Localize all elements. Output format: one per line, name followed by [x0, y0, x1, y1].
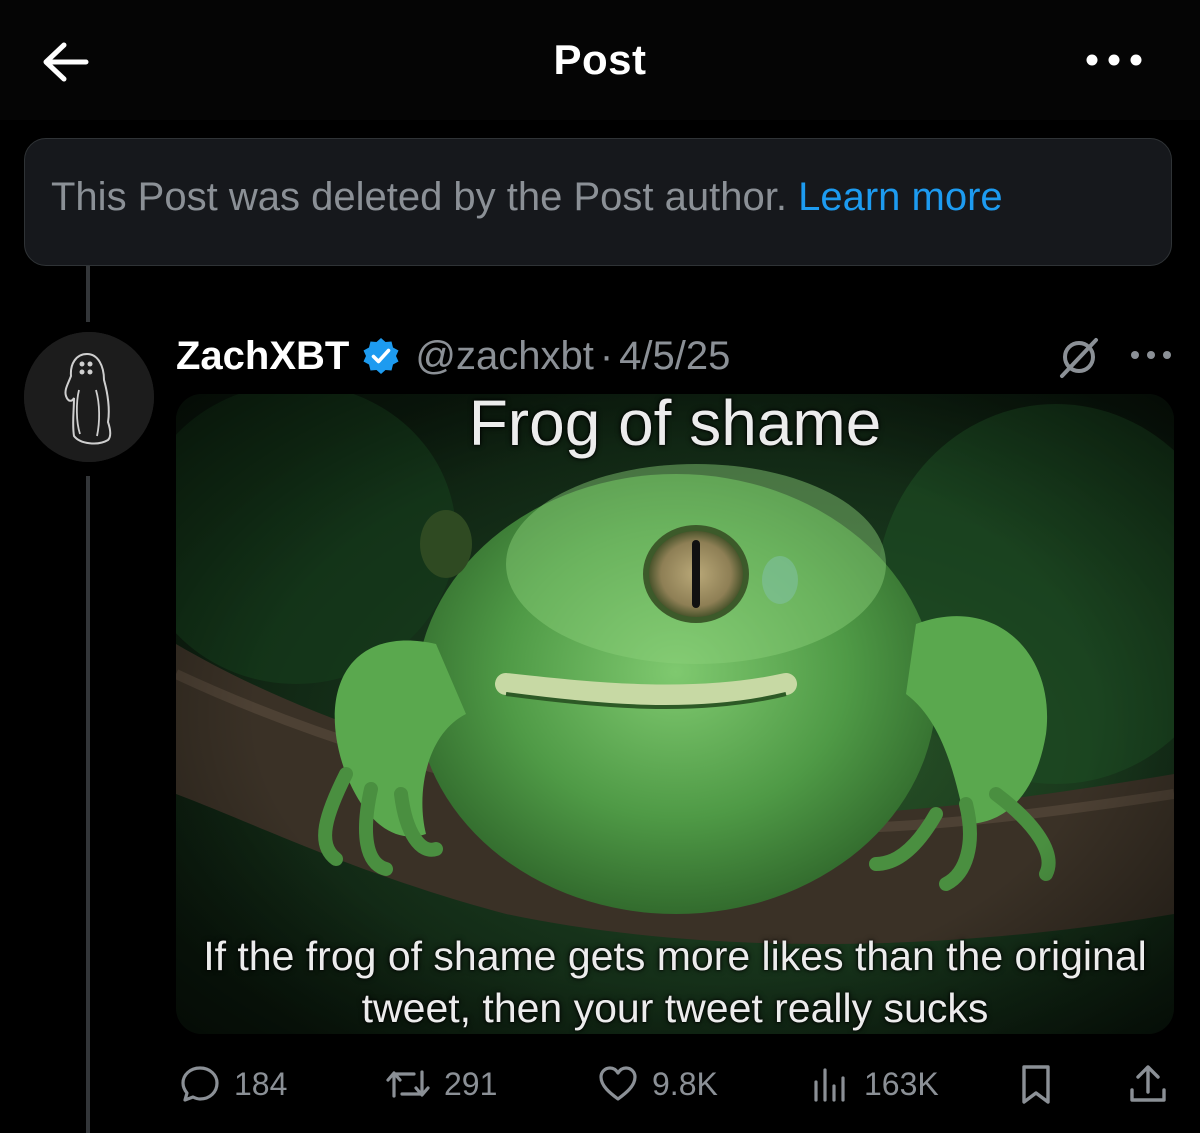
bookmark-icon [1022, 1065, 1050, 1104]
verified-badge-icon [363, 338, 399, 374]
tweet-header: ZachXBT @zachxbt · 4/5/25 [176, 328, 730, 384]
avatar[interactable] [24, 332, 154, 462]
more-horizontal-icon [1131, 351, 1171, 359]
learn-more-link[interactable]: Learn more [798, 175, 1003, 219]
reply-count: 184 [234, 1065, 288, 1102]
repost-button[interactable]: 291 [384, 1056, 497, 1112]
meme-bottom-caption: If the frog of shame gets more likes tha… [203, 933, 1147, 1031]
display-name[interactable]: ZachXBT [176, 334, 349, 379]
separator-dot: · [599, 333, 614, 378]
top-bar: Post [0, 0, 1200, 120]
bookmark-button[interactable] [1014, 1056, 1070, 1112]
like-count: 9.8K [652, 1065, 718, 1102]
heart-icon [599, 1066, 637, 1101]
grok-icon [1060, 338, 1098, 378]
views-count: 163K [864, 1065, 939, 1102]
grok-button[interactable] [1056, 334, 1102, 380]
post-page: Post This Post was deleted by the Post a… [0, 0, 1200, 1133]
tweet-action-bar: 184 291 9.8K 163K [176, 1056, 1174, 1112]
more-horizontal-icon [1086, 54, 1142, 66]
tweet-more-button[interactable] [1128, 340, 1174, 370]
share-button[interactable] [1126, 1056, 1182, 1112]
reply-icon [181, 1066, 219, 1102]
thread-line [86, 476, 90, 1133]
user-handle[interactable]: @zachxbt [415, 334, 593, 379]
repost-icon [386, 1070, 430, 1098]
views-chart-icon [814, 1068, 845, 1102]
penguin-avatar-icon [24, 332, 154, 462]
reply-button[interactable]: 184 [178, 1056, 287, 1112]
meme-top-caption: Frog of shame [468, 387, 882, 459]
repost-count: 291 [444, 1065, 498, 1102]
deleted-post-notice: This Post was deleted by the Post author… [24, 138, 1172, 266]
notice-text: This Post was deleted by the Post author… [51, 175, 1003, 220]
page-title: Post [553, 36, 647, 83]
post-date[interactable]: 4/5/25 [619, 334, 730, 379]
more-options-button[interactable] [1084, 42, 1144, 78]
share-icon [1130, 1065, 1166, 1102]
notice-message: This Post was deleted by the Post author… [51, 175, 799, 219]
thread-line [86, 266, 90, 322]
like-button[interactable]: 9.8K [596, 1056, 718, 1112]
views-button[interactable]: 163K [808, 1056, 939, 1112]
